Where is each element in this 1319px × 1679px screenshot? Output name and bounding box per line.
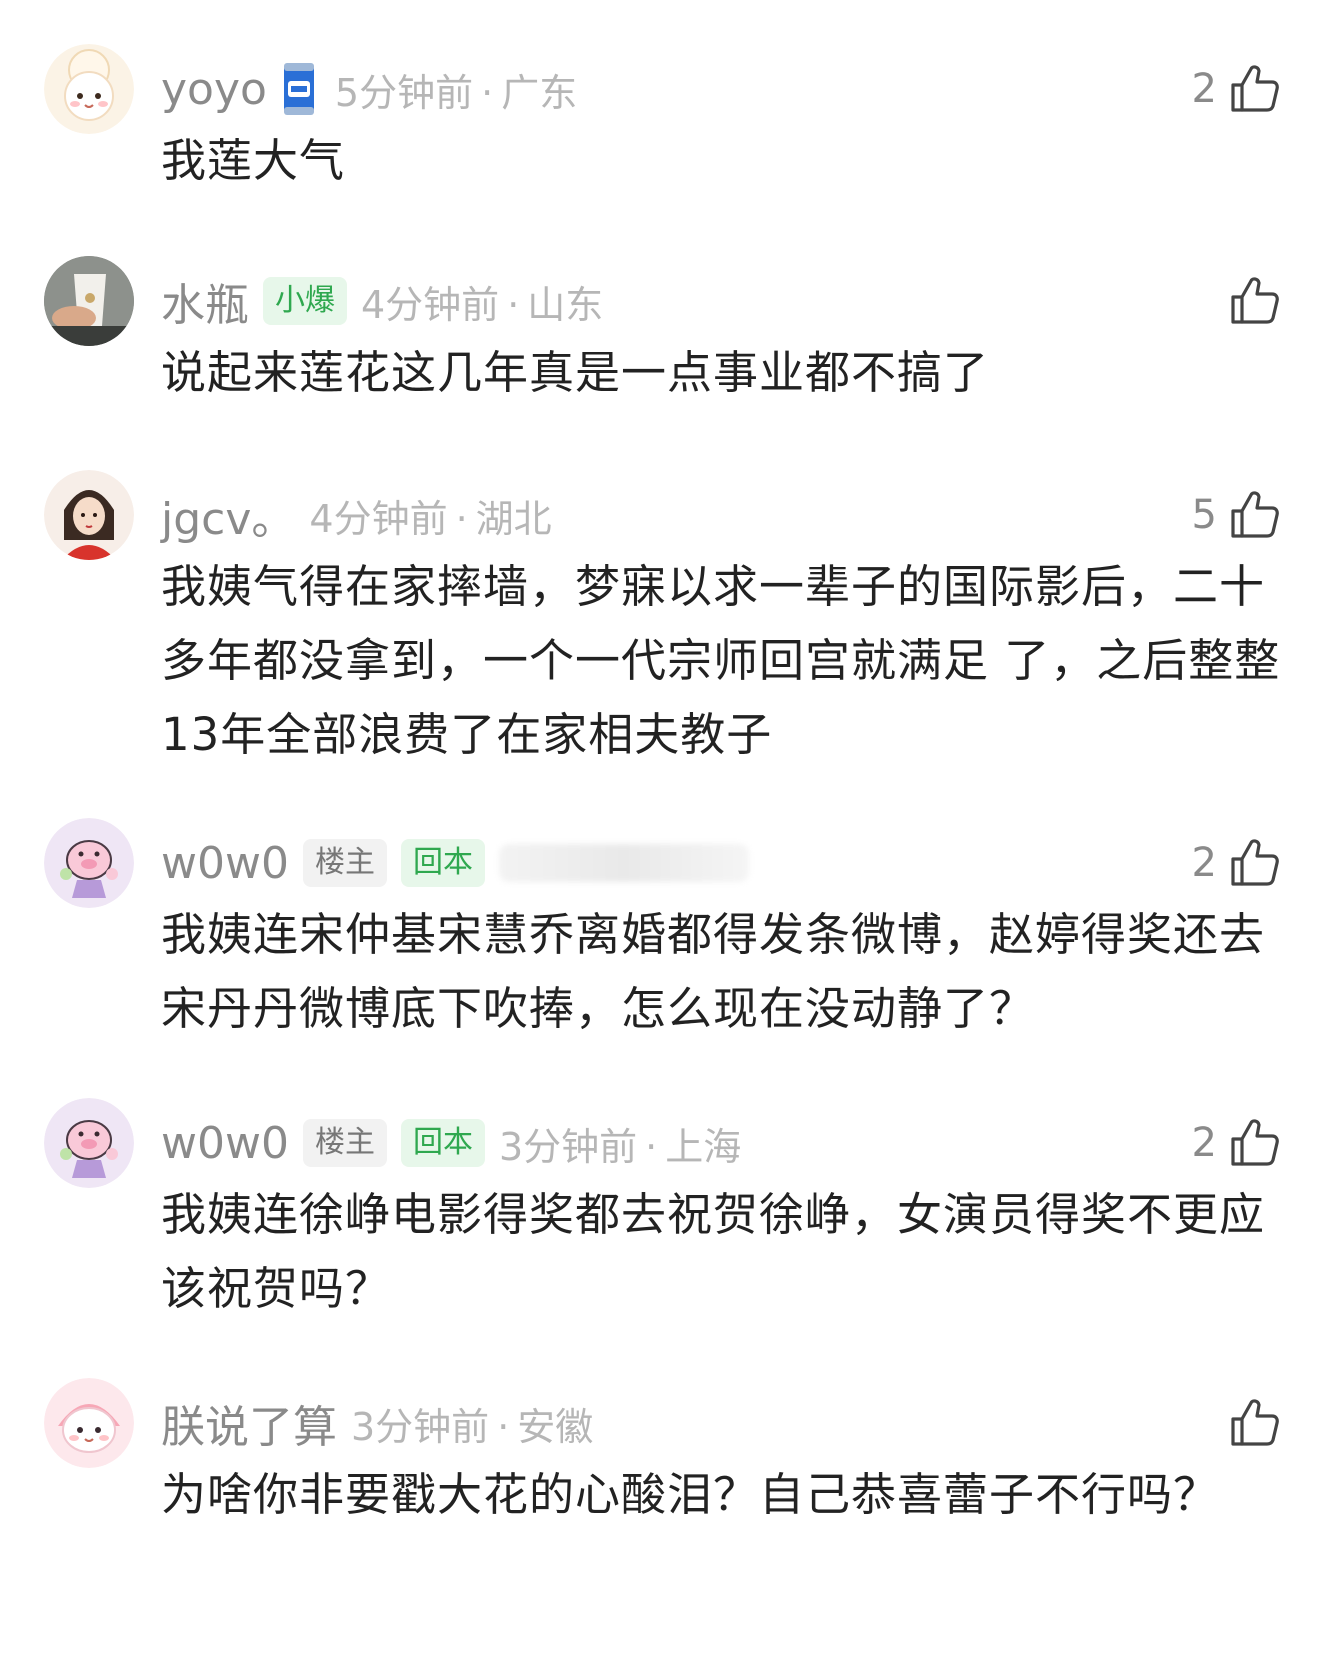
user-tag: 小爆	[263, 277, 347, 325]
comment-feed: yoyo 5分钟前 · 广东 2 我莲大气 水瓶 小爆 4分钟前 · 山东 说起…	[0, 0, 1319, 1679]
comment-meta: w0w0 楼主 回本	[161, 818, 749, 908]
blue-can-badge-icon	[281, 59, 317, 119]
avatar[interactable]	[44, 1378, 134, 1468]
user-tag: 回本	[400, 839, 485, 887]
comment-meta: yoyo 5分钟前 · 广东	[161, 44, 577, 134]
comment-text: 我姨连宋仲基宋慧乔离婚都得发条微博，赵婷得奖还去宋丹丹微博底下吹捧，怎么现在没动…	[161, 908, 1266, 1035]
like-count: 2	[1191, 1120, 1217, 1166]
avatar[interactable]	[44, 1098, 134, 1188]
like-button[interactable]: 2	[1192, 818, 1281, 908]
like-count: 5	[1191, 492, 1217, 538]
op-tag: 楼主	[302, 1119, 387, 1167]
avatar[interactable]	[44, 470, 134, 560]
comment-text: 我姨连徐峥电影得奖都去祝贺徐峥，女演员得奖不更应该祝贺吗？	[161, 1188, 1266, 1315]
pig-avatar-icon	[44, 1098, 134, 1188]
like-count: 2	[1191, 840, 1217, 886]
comment-meta: 朕说了算 3分钟前 · 安徽	[161, 1378, 593, 1468]
comment-text: 说起来莲花这几年真是一点事业都不搞了	[161, 346, 990, 399]
pink-character-avatar-icon	[44, 1378, 134, 1468]
username[interactable]: w0w0	[161, 838, 289, 889]
thumbs-up-icon	[1229, 63, 1281, 115]
username[interactable]: w0w0	[161, 1118, 289, 1169]
comment-text: 我姨气得在家摔墙，梦寐以求一辈子的国际影后，二十多年都没拿到，一个一代宗师回宫就…	[161, 560, 1281, 761]
avatar[interactable]	[44, 44, 134, 134]
like-button[interactable]	[1217, 1378, 1281, 1468]
comment-meta: 水瓶 小爆 4分钟前 · 山东	[161, 256, 603, 346]
blurred-timestamp	[498, 844, 749, 882]
comment-time: 3分钟前 · 上海	[498, 1124, 742, 1169]
like-count: 2	[1191, 66, 1217, 112]
comment-meta: w0w0 楼主 回本 3分钟前 · 上海	[161, 1098, 741, 1188]
like-button[interactable]: 2	[1192, 1098, 1281, 1188]
comment-text: 我莲大气	[161, 134, 346, 187]
comment-text: 为啥你非要戳大花的心酸泪？自己恭喜蕾子不行吗？	[161, 1468, 1220, 1521]
username[interactable]: jgcv。	[161, 483, 295, 547]
thumbs-up-icon	[1229, 1117, 1281, 1169]
comment-time: 5分钟前 · 广东	[334, 70, 578, 115]
thumbs-up-icon	[1229, 489, 1281, 541]
avatar[interactable]	[44, 818, 134, 908]
username[interactable]: 水瓶	[161, 269, 249, 333]
like-button[interactable]: 2	[1192, 44, 1281, 134]
cup-photo-avatar-icon	[44, 256, 134, 346]
pig-avatar-icon	[44, 818, 134, 908]
op-tag: 楼主	[302, 839, 387, 887]
thumbs-up-icon	[1229, 1397, 1281, 1449]
sheep-avatar-icon	[44, 44, 134, 134]
comment-time: 4分钟前 · 山东	[361, 282, 604, 327]
costume-girl-avatar-icon	[44, 470, 134, 560]
thumbs-up-icon	[1229, 837, 1281, 889]
thumbs-up-icon	[1229, 275, 1281, 327]
comment-time: 3分钟前 · 安徽	[351, 1404, 594, 1449]
user-tag: 回本	[400, 1119, 485, 1167]
comment-time: 4分钟前 · 湖北	[309, 496, 552, 541]
comment-meta: jgcv。 4分钟前 · 湖北	[161, 470, 552, 560]
username[interactable]: 朕说了算	[161, 1391, 337, 1455]
like-button[interactable]	[1217, 256, 1281, 346]
username[interactable]: yoyo	[161, 64, 267, 115]
like-button[interactable]: 5	[1192, 470, 1281, 560]
avatar[interactable]	[44, 256, 134, 346]
